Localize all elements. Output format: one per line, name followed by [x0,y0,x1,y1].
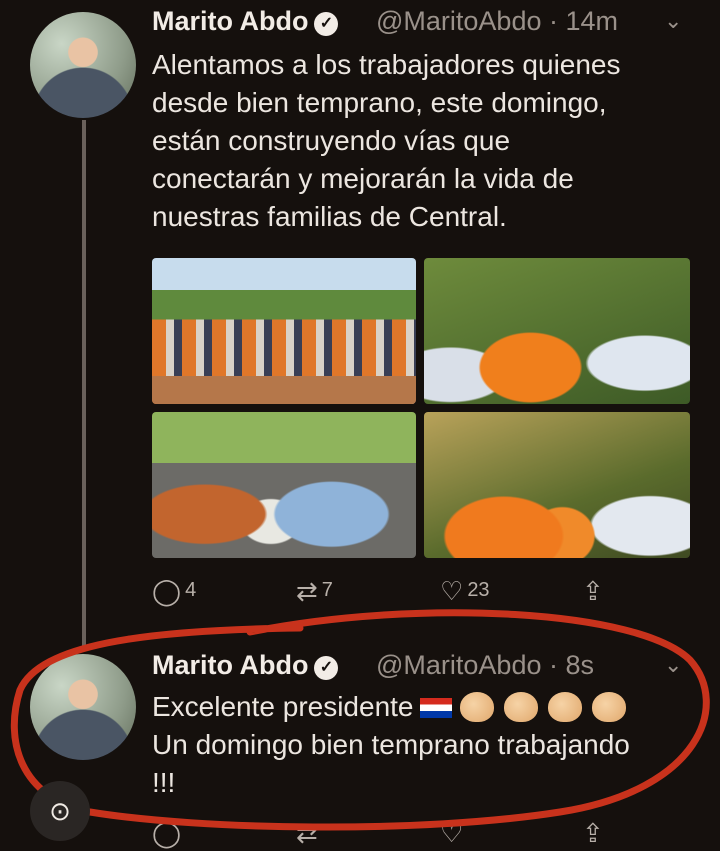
timestamp: · 8s [549,650,595,680]
tweet-line: conectarán y mejorarán la vida de [152,163,574,194]
share-upload-icon: ⇪ [582,818,604,848]
chevron-down-icon[interactable]: ⌄ [664,652,682,678]
clapping-hands-icon [591,692,626,722]
verified-badge-icon: ✓ [314,12,339,36]
tweet-line: están construyendo vías que [152,125,511,156]
reply-button[interactable]: ◯ [152,818,185,849]
retweet-arrows-icon: ⇄ [296,818,318,848]
photo-handshake[interactable] [424,258,690,404]
reply-count: 4 [185,579,197,601]
like-button[interactable]: ♡ [440,818,467,849]
tweet-line: desde bien temprano, este domingo, [152,87,607,118]
handle-text: @MaritoAbdo [376,6,542,36]
chevron-down-icon[interactable]: ⌄ [664,8,682,34]
share-upload-icon: ⇪ [582,576,604,606]
tweet-line: !!! [152,767,176,798]
heart-icon: ♡ [440,576,464,606]
like-button[interactable]: ♡ 23 [440,576,490,607]
tweet-line: Excelente presidente [152,688,636,726]
tweet-line-text: Excelente presidente [152,691,414,722]
retweet-count: 7 [321,579,333,601]
paraguay-flag-icon [419,698,452,718]
speech-bubble-icon: ◯ [152,576,182,606]
clapping-hands-icon [459,692,494,722]
author-name[interactable]: Marito Abdo ✓ [152,6,339,37]
photo-workers-group[interactable] [152,258,416,404]
speech-bubble-icon: ◯ [152,818,182,848]
handle-text: @MaritoAbdo [376,650,542,680]
like-count: 23 [467,579,490,601]
author-name[interactable]: Marito Abdo ✓ [152,650,339,681]
tweet-text: Excelente presidente Un domingo bien tem… [152,688,636,802]
tweet-line: Un domingo bien temprano trabajando [152,729,630,760]
heart-icon: ♡ [440,818,464,848]
author-name-text: Marito Abdo [152,6,309,36]
verified-badge-icon: ✓ [314,656,339,680]
timestamp: · 14m [549,6,619,36]
photo-crowd[interactable] [152,412,416,558]
retweet-button[interactable]: ⇄ [296,818,322,849]
avatar[interactable] [30,654,136,760]
lens-search-icon[interactable]: ⊙ [30,781,90,841]
retweet-button[interactable]: ⇄ 7 [296,576,333,607]
author-name-text: Marito Abdo [152,650,309,680]
share-button[interactable]: ⇪ [582,576,608,607]
photo-workers-meeting[interactable] [424,412,690,558]
clapping-hands-icon [503,692,538,722]
share-button[interactable]: ⇪ [582,818,608,849]
retweet-arrows-icon: ⇄ [296,576,318,606]
clapping-hands-icon [547,692,582,722]
reply-button[interactable]: ◯ 4 [152,576,196,607]
thread-line [82,120,86,648]
avatar[interactable] [30,12,136,118]
tweet-line: nuestras familias de Central. [152,201,507,232]
tweet-text: Alentamos a los trabajadores quienes des… [152,46,621,236]
tweet-line: Alentamos a los trabajadores quienes [152,49,621,80]
author-handle[interactable]: @MaritoAbdo · 8s [376,650,594,681]
author-handle[interactable]: @MaritoAbdo · 14m [376,6,618,37]
